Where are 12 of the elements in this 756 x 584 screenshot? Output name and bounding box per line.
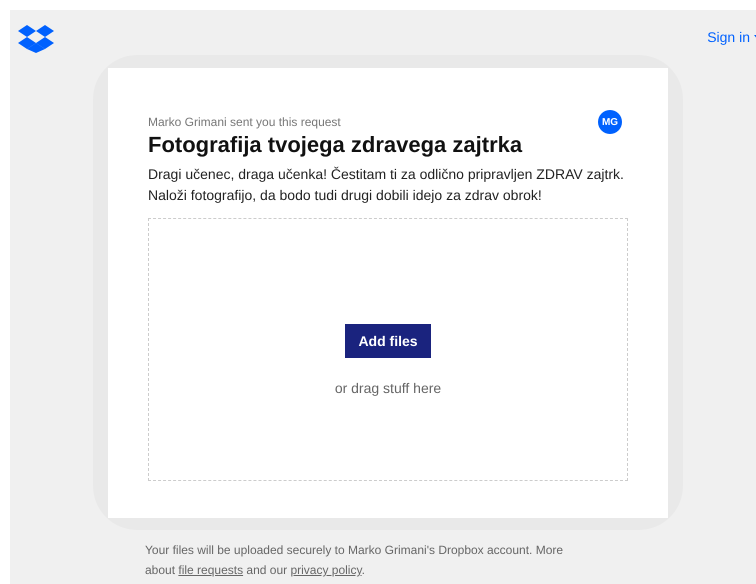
sign-in-button[interactable]: Sign in bbox=[707, 24, 756, 45]
avatar: MG bbox=[598, 110, 622, 134]
drag-hint: or drag stuff here bbox=[334, 380, 442, 396]
drop-zone[interactable]: Add files or drag stuff here bbox=[148, 218, 628, 481]
dropbox-logo-icon[interactable] bbox=[18, 24, 54, 54]
add-files-button[interactable]: Add files bbox=[345, 324, 431, 358]
sender-note: Marko Grimani sent you this request bbox=[148, 115, 341, 129]
request-description: Dragi učenec, draga učenka! Čestitam ti za odlično pripravljen ZDRAV zajtrk. Naloži fotografijo, da bodo tudi drugi dobili idejo za zdrav obrok! bbox=[148, 165, 625, 205]
footer-note: Your files will be uploaded securely to Marko Grimani's Dropbox account. More about file requests and our privacy policy. bbox=[145, 542, 564, 579]
privacy-policy-link[interactable]: privacy policy bbox=[290, 563, 362, 577]
request-title: Fotografija tvojega zdravega zajtrka bbox=[148, 132, 524, 158]
file-requests-link[interactable]: file requests bbox=[178, 563, 244, 577]
